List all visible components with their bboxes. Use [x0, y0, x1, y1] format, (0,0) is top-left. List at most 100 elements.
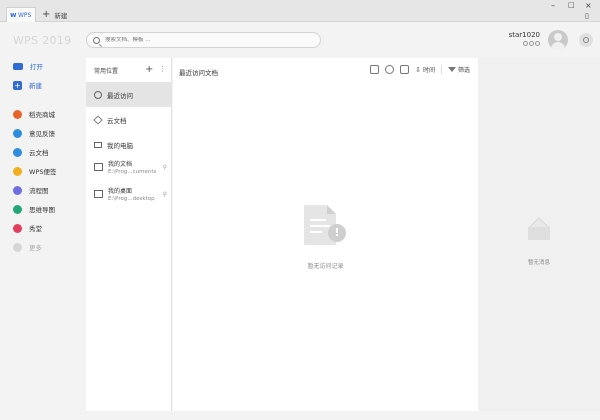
- desktop-icon: [94, 190, 103, 198]
- sidebar-item-notes[interactable]: WPS便签: [13, 166, 56, 176]
- feedback-icon: [13, 128, 22, 138]
- minimize-icon[interactable]: –: [551, 2, 555, 10]
- sidebar-item-feedback[interactable]: 意见反馈: [13, 128, 55, 138]
- header: star1020: [86, 22, 600, 58]
- add-location-icon[interactable]: +: [145, 65, 153, 75]
- location-label: 我的文档: [108, 161, 133, 168]
- locations-panel: 常用位置 + ⋮ 最近访问 云文档 我的电脑 我的文档 E:\Prog...cu…: [86, 58, 172, 411]
- location-label: 我的桌面: [108, 188, 133, 195]
- plus-icon: +: [13, 80, 22, 90]
- location-path: E:\Prog...desktop: [108, 196, 155, 202]
- sort-icon: ⇩: [415, 65, 421, 74]
- title-bar: w WPS + 新建 – □ × ▯: [0, 0, 600, 22]
- location-label: 云文档: [107, 116, 127, 125]
- page-title: 最近访问文档: [179, 69, 218, 77]
- folder-icon: [13, 62, 23, 70]
- sidebar-item-store[interactable]: 稻壳商城: [13, 109, 55, 119]
- brand-title: WPS 2019: [13, 34, 72, 47]
- location-path: E:\Prog...cuments: [108, 169, 157, 175]
- cloud-doc-icon: [13, 147, 22, 157]
- no-messages-text: 暂无消息: [527, 260, 550, 266]
- tab-label: WPS: [18, 11, 32, 19]
- location-label: 最近访问: [107, 91, 133, 100]
- more-options-icon[interactable]: ⋮: [159, 66, 166, 73]
- sidebar-item-label: 流程图: [29, 187, 49, 195]
- sidebar: WPS 2019 打开 + 新建 稻壳商城 意见反馈 云文档 WPS便签 流程图…: [0, 22, 86, 420]
- new-tab-label: 新建: [54, 12, 68, 20]
- sidebar-item-label: WPS便签: [29, 168, 57, 176]
- store-icon: [13, 109, 22, 119]
- location-my-computer[interactable]: 我的电脑: [86, 132, 171, 157]
- search-box[interactable]: [86, 32, 321, 48]
- messages-panel: 暂无消息: [478, 58, 600, 411]
- user-info[interactable]: star1020: [509, 31, 540, 46]
- search-input[interactable]: [105, 37, 285, 43]
- tab-wps-home[interactable]: w WPS: [6, 7, 36, 22]
- mindmap-icon: [13, 204, 22, 214]
- sidebar-item-label: 思维导图: [29, 206, 55, 214]
- sidebar-item-new[interactable]: + 新建: [13, 80, 42, 90]
- pin-icon[interactable]: ⚲: [163, 164, 167, 171]
- pin-icon[interactable]: ⚲: [163, 191, 167, 198]
- plus-icon: +: [42, 9, 51, 20]
- cube-icon: [93, 114, 103, 125]
- sidebar-item-more[interactable]: 更多: [13, 242, 42, 252]
- settings-button[interactable]: [579, 33, 593, 47]
- sidebar-item-showroom[interactable]: 秀堂: [13, 223, 42, 233]
- computer-icon: [94, 141, 102, 148]
- note-icon: [13, 166, 22, 176]
- sidebar-item-label: 稻壳商城: [29, 111, 55, 119]
- maximize-icon[interactable]: □: [568, 1, 575, 9]
- badge-icon: [535, 41, 540, 46]
- mail-icon: [528, 217, 550, 240]
- sidebar-item-mindmap[interactable]: 思维导图: [13, 204, 55, 214]
- window-menu-icon[interactable]: ▯: [585, 12, 589, 20]
- sidebar-item-label: 秀堂: [29, 225, 42, 233]
- avatar[interactable]: [548, 30, 568, 50]
- recent-files-header: 最近访问文档 ⇩ 时间 筛选: [173, 58, 478, 82]
- sidebar-item-flowchart[interactable]: 流程图: [13, 185, 49, 195]
- more-icon: [13, 242, 22, 252]
- refresh-icon[interactable]: [385, 65, 395, 74]
- search-icon: [93, 36, 100, 44]
- wps-logo-icon: w: [10, 11, 17, 19]
- sidebar-item-cloud-docs[interactable]: 云文档: [13, 147, 49, 157]
- filter-label: 筛选: [457, 67, 470, 74]
- empty-state-text: 暂无访问记录: [307, 263, 344, 270]
- close-icon[interactable]: ×: [585, 2, 592, 10]
- upload-icon[interactable]: [370, 65, 380, 74]
- sort-button[interactable]: ⇩ 时间: [415, 65, 435, 75]
- locations-header: 常用位置 + ⋮: [86, 58, 171, 82]
- showroom-icon: [13, 223, 22, 233]
- locations-title: 常用位置: [94, 67, 119, 75]
- username: star1020: [508, 31, 540, 39]
- gear-icon: [583, 37, 589, 43]
- sidebar-item-label: 云文档: [29, 149, 49, 157]
- sidebar-item-label: 新建: [29, 82, 42, 90]
- sidebar-item-label: 打开: [30, 63, 43, 71]
- sidebar-item-open[interactable]: 打开: [13, 61, 43, 71]
- empty-document-icon: !: [304, 205, 352, 245]
- new-tab-button[interactable]: + 新建: [42, 9, 68, 21]
- filter-icon: [447, 67, 456, 72]
- warning-icon: !: [328, 224, 346, 242]
- sidebar-item-label: 意见反馈: [29, 130, 55, 138]
- badge-icon: [523, 41, 528, 46]
- location-my-desktop[interactable]: 我的桌面 E:\Prog...desktop ⚲: [86, 184, 171, 211]
- location-cloud-docs[interactable]: 云文档: [86, 107, 171, 132]
- toolbar: ⇩ 时间 筛选: [370, 65, 470, 74]
- badge-icon: [529, 41, 534, 46]
- clock-icon: [94, 90, 102, 99]
- sidebar-item-label: 更多: [29, 244, 42, 252]
- folder-icon: [94, 163, 103, 171]
- sort-label: 时间: [422, 67, 435, 74]
- divider: [440, 65, 442, 74]
- filter-button[interactable]: 筛选: [447, 65, 470, 74]
- user-badges: [509, 41, 540, 46]
- flowchart-icon: [13, 185, 22, 195]
- location-my-documents[interactable]: 我的文档 E:\Prog...cuments ⚲: [86, 157, 171, 184]
- location-label: 我的电脑: [107, 141, 133, 150]
- location-recent[interactable]: 最近访问: [86, 82, 171, 107]
- view-mode-icon[interactable]: [400, 65, 410, 74]
- recent-files-panel: 最近访问文档 ⇩ 时间 筛选 ! 暂无访问记录: [173, 58, 478, 411]
